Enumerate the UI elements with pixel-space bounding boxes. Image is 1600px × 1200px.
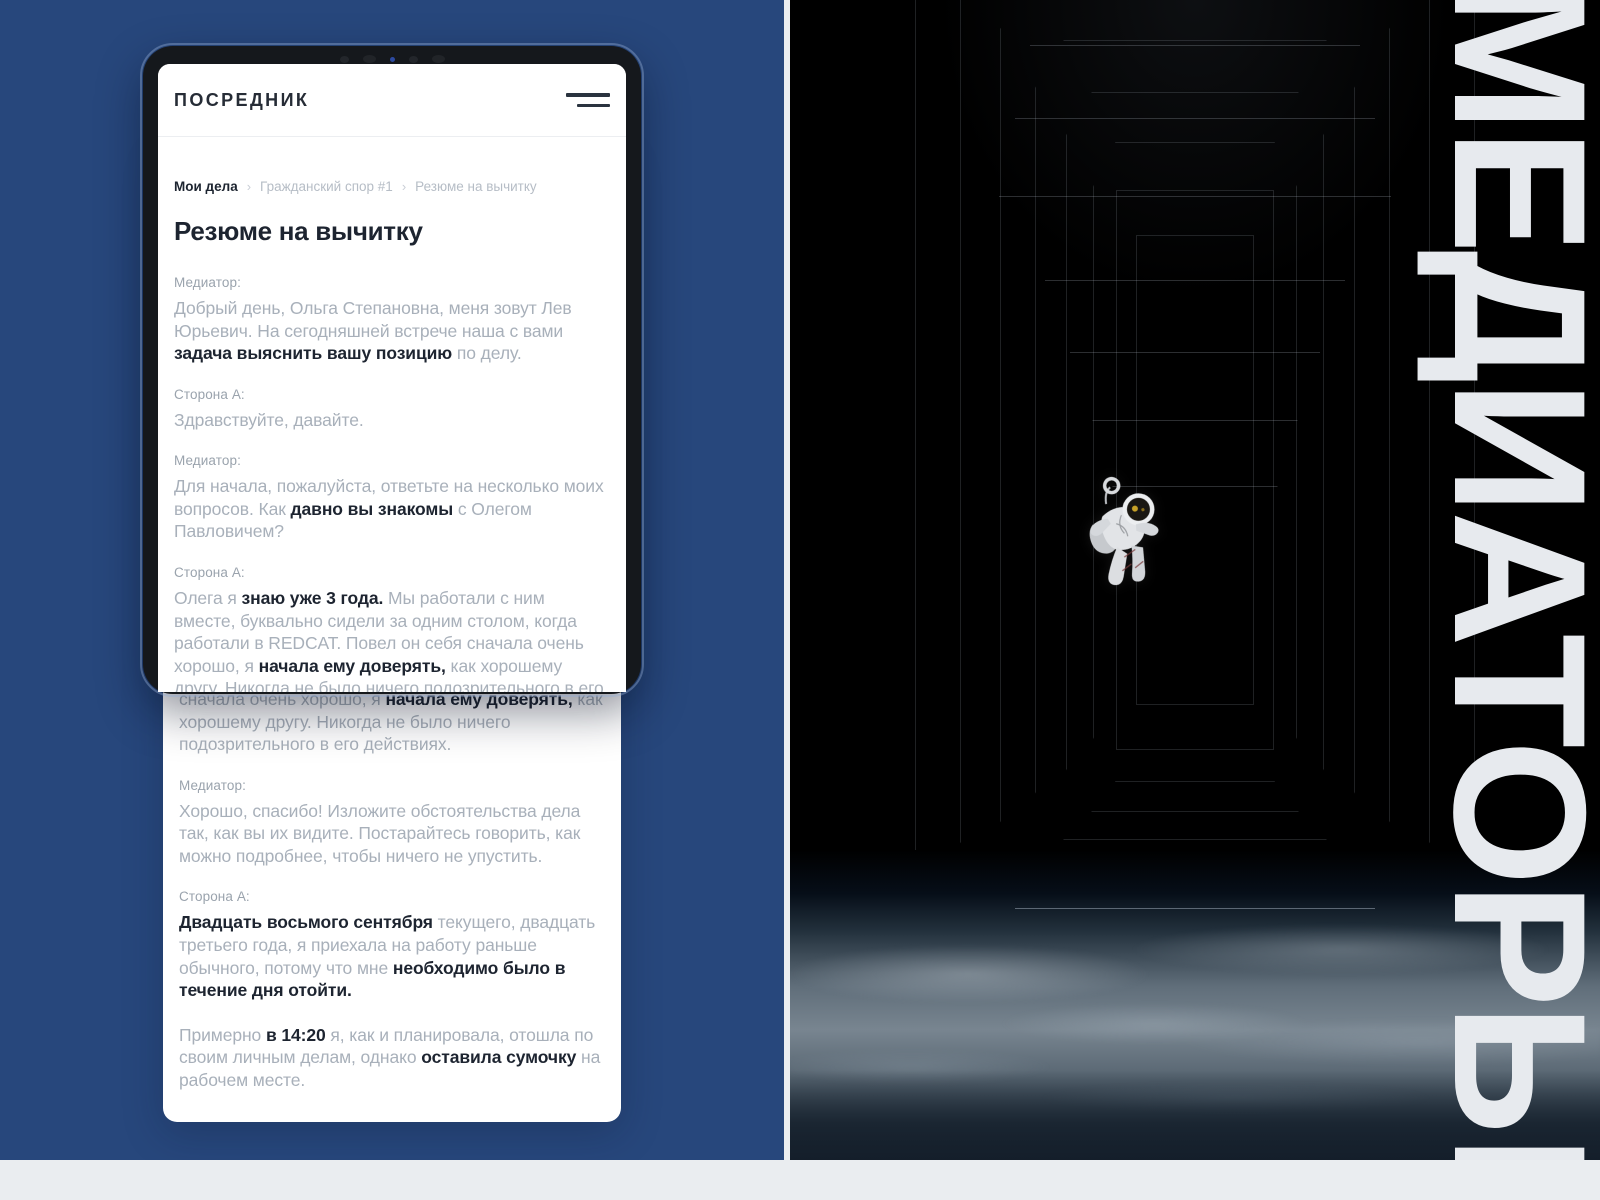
breadcrumb-item[interactable]: Мои дела xyxy=(174,179,238,194)
breadcrumb: Мои дела › Гражданский спор #1 › Резюме на в… xyxy=(158,137,626,194)
bottom-strip xyxy=(0,1160,1600,1200)
breadcrumb-item[interactable]: Резюме на вычитку xyxy=(415,179,536,194)
transcript-highlight: давно вы знакомы xyxy=(291,499,454,519)
breadcrumb-separator: › xyxy=(402,179,406,194)
transcript-text: Примерно в 14:20 я, как и планировала, о… xyxy=(179,1024,605,1092)
transcript-highlight: знаю уже 3 года. xyxy=(242,588,384,608)
transcript-highlight: Двадцать восьмого сентября xyxy=(179,912,433,932)
app-header: ПОСРЕДНИК xyxy=(158,64,626,137)
horizon-beam xyxy=(1015,908,1375,909)
transcript-span: Добрый день, Ольга Степановна, меня зову… xyxy=(174,298,572,341)
transcript-highlight: в 14:20 xyxy=(266,1025,326,1045)
corridor-beam xyxy=(1015,118,1375,119)
transcript-speaker: Сторона А: xyxy=(179,889,605,904)
tablet-device-frame: ПОСРЕДНИК Мои дела›Гражданский спор #1›Р… xyxy=(143,46,641,694)
transcript-span: Примерно xyxy=(179,1025,266,1045)
front-camera-icon xyxy=(390,57,395,62)
transcript-highlight: оставила сумочку xyxy=(421,1047,576,1067)
screenshot-stage: сначала очень хорошо, я начала ему довер… xyxy=(0,0,1600,1200)
transcript-span: Здравствуйте, давайте. xyxy=(174,410,364,430)
transcript-text: Хорошо, спасибо! Изложите обстоятельства… xyxy=(179,800,605,868)
hamburger-bar-top xyxy=(566,93,610,97)
transcript-highlight: задача выяснить вашу позицию xyxy=(174,343,452,363)
transcript-entry: Сторона А: Двадцать восьмого сентября тек… xyxy=(179,889,605,1001)
sensor-dot xyxy=(409,56,418,63)
transcript-span: Олега я xyxy=(174,588,242,608)
transcript-entry: Сторона А: Здравствуйте, давайте. xyxy=(174,387,610,432)
transcript-span: по делу. xyxy=(452,343,521,363)
corridor-beam xyxy=(1093,420,1298,421)
transcript-entry: сначала очень хорошо, я начала ему довер… xyxy=(179,688,605,756)
transcript-highlight: начала ему доверять, xyxy=(259,656,446,676)
transcript-text: Для начала, пожалуйста, ответьте на неск… xyxy=(174,475,610,543)
transcript-span: Хорошо, спасибо! Изложите обстоятельства… xyxy=(179,801,580,866)
transcript-entry: Медиатор: Хорошо, спасибо! Изложите обсто… xyxy=(179,778,605,868)
transcript-speaker: Сторона А: xyxy=(174,565,610,580)
sensor-dot xyxy=(432,55,445,63)
transcript-list: Медиатор: Добрый день, Ольга Степановна, … xyxy=(158,247,626,692)
transcript-speaker: Медиатор: xyxy=(174,453,610,468)
tablet-screen: ПОСРЕДНИК Мои дела›Гражданский спор #1›Р… xyxy=(158,64,626,692)
sensor-dot xyxy=(340,56,349,63)
corridor-beam xyxy=(1030,45,1360,46)
transcript-entry: Примерно в 14:20 я, как и планировала, о… xyxy=(179,1024,605,1092)
transcript-text: Олега я знаю уже 3 года. Мы работали с н… xyxy=(174,587,610,692)
hero-space-panel: МЕДИАТОРЫ xyxy=(790,0,1600,1160)
hero-vertical-title: МЕДИАТОРЫ xyxy=(1433,0,1600,1160)
transcript-speaker: Медиатор: xyxy=(179,778,605,793)
corridor-beam xyxy=(1045,280,1345,281)
transcript-text: Двадцать восьмого сентября текущего, два… xyxy=(179,911,605,1001)
hamburger-bar-bottom xyxy=(577,104,610,108)
sensor-dot xyxy=(363,55,376,63)
app-logo: ПОСРЕДНИК xyxy=(174,90,309,111)
transcript-text: Здравствуйте, давайте. xyxy=(174,409,610,432)
transcript-speaker: Сторона А: xyxy=(174,387,610,402)
transcript-text: Добрый день, Ольга Степановна, меня зову… xyxy=(174,297,610,365)
page-title: Резюме на вычитку xyxy=(158,194,626,247)
transcript-entry: Медиатор: Добрый день, Ольга Степановна, … xyxy=(174,275,610,365)
corridor-beam xyxy=(999,196,1391,197)
transcript-speaker: Медиатор: xyxy=(174,275,610,290)
transcript-entry: Сторона А: Олега я знаю уже 3 года. Мы ра… xyxy=(174,565,610,692)
corridor-beam xyxy=(1070,352,1320,353)
transcript-text: сначала очень хорошо, я начала ему довер… xyxy=(179,688,605,756)
transcript-entry: Медиатор: Для начала, пожалуйста, ответьт… xyxy=(174,453,610,543)
breadcrumb-separator: › xyxy=(247,179,251,194)
breadcrumb-item[interactable]: Гражданский спор #1 xyxy=(260,179,393,194)
hamburger-menu-icon[interactable] xyxy=(566,87,610,113)
